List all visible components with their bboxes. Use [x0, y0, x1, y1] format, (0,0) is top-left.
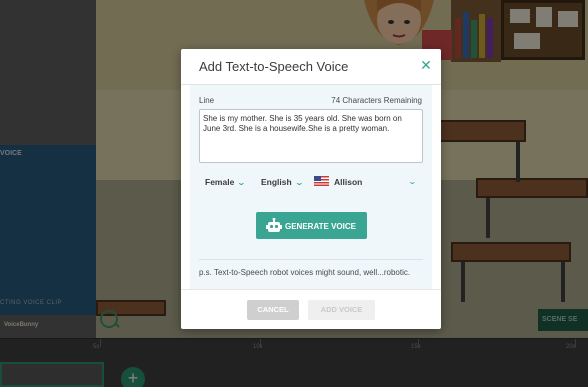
language-select[interactable]: English ⌄ — [261, 177, 304, 187]
add-voice-button[interactable]: ADD VOICE — [308, 300, 375, 320]
chevron-down-icon: ⌄ — [236, 178, 247, 187]
add-tts-voice-modal: Add Text-to-Speech Voice ✕ Line 74 Chara… — [181, 49, 441, 329]
modal-title: Add Text-to-Speech Voice — [199, 59, 349, 74]
gender-select[interactable]: Female ⌄ — [205, 177, 247, 187]
robotic-voice-note: p.s. Text-to-Speech robot voices might s… — [199, 268, 411, 277]
chevron-down-icon: ⌄ — [294, 178, 304, 187]
divider — [199, 259, 423, 260]
us-flag-icon — [314, 176, 329, 186]
generate-voice-label: GENERATE VOICE — [285, 222, 356, 231]
cancel-button[interactable]: CANCEL — [247, 300, 299, 320]
characters-remaining: 74 Characters Remaining — [331, 96, 422, 105]
gender-value: Female — [205, 177, 235, 187]
line-textarea[interactable]: She is my mother. She is 35 years old. S… — [199, 109, 423, 163]
modal-footer: CANCEL ADD VOICE — [181, 289, 441, 329]
robot-icon — [266, 218, 282, 232]
line-label: Line — [199, 96, 215, 105]
chevron-down-icon[interactable]: ⌄ — [408, 177, 417, 186]
language-value: English — [261, 177, 292, 187]
voice-select-value[interactable]: Allison — [334, 177, 362, 187]
modal-body: Line 74 Characters Remaining She is my m… — [190, 85, 432, 289]
close-icon[interactable]: ✕ — [419, 58, 433, 72]
modal-header: Add Text-to-Speech Voice ✕ — [181, 49, 441, 85]
generate-voice-button[interactable]: GENERATE VOICE — [256, 212, 367, 239]
